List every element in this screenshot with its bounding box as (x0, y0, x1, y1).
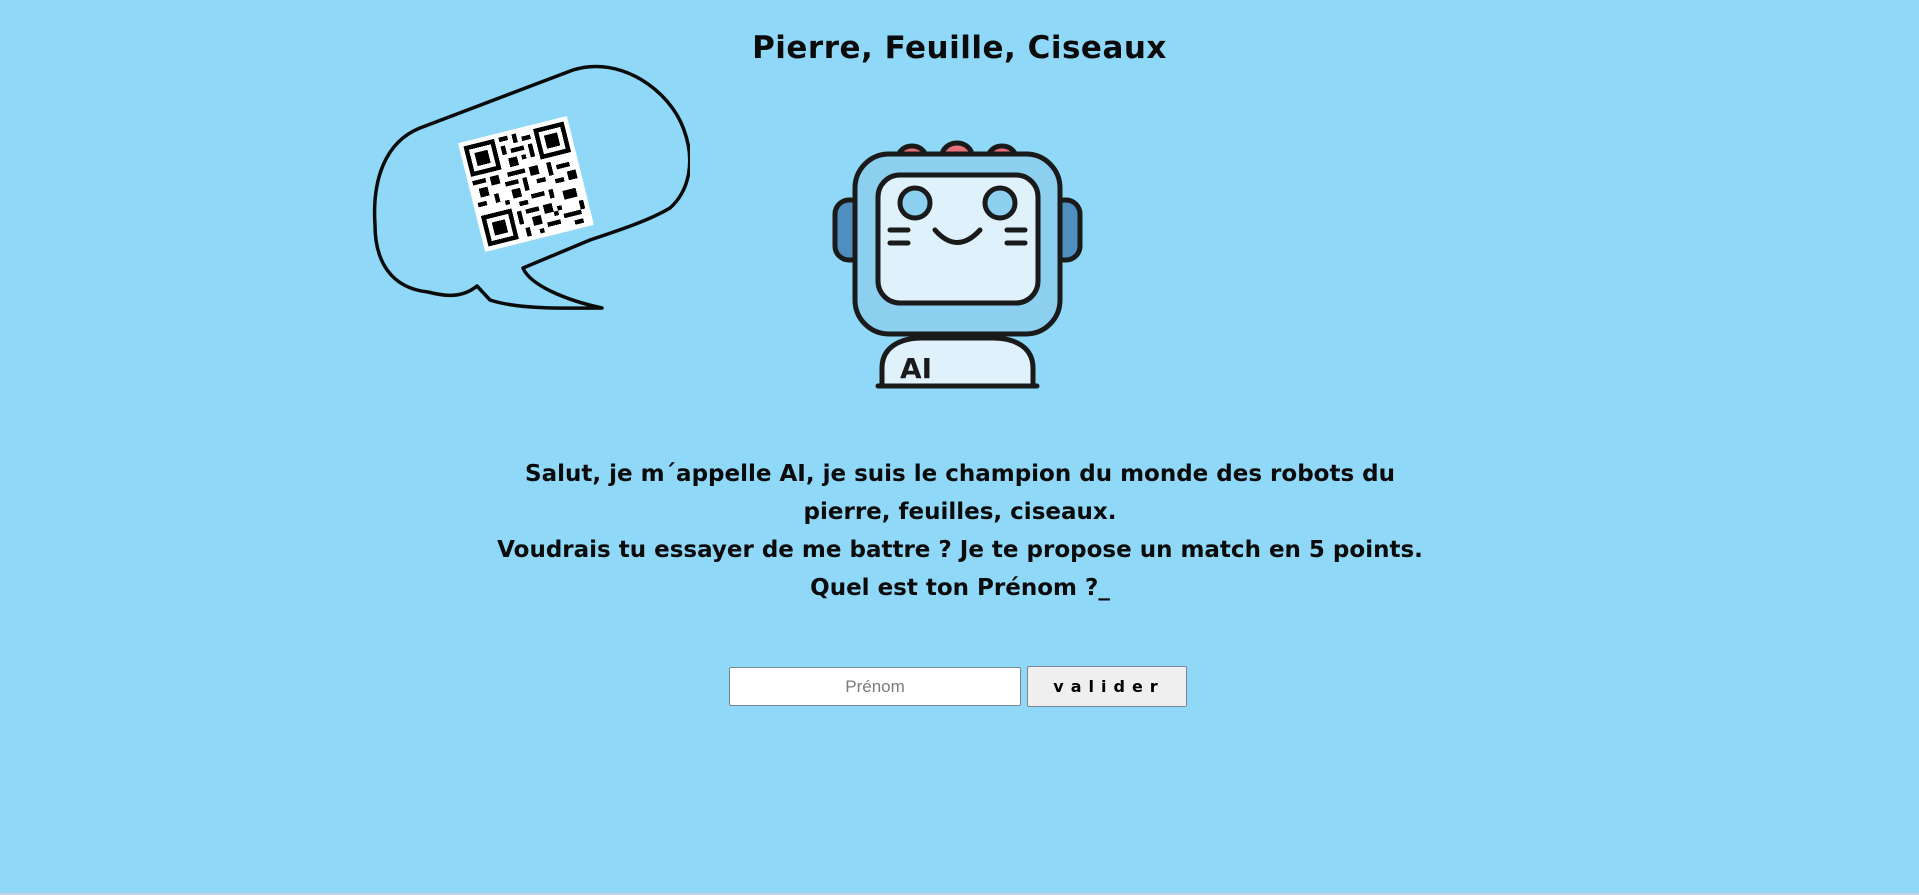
page-title: Pierre, Feuille, Ciseaux (752, 30, 1167, 66)
robot-message: Salut, je m´appelle AI, je suis le champ… (480, 455, 1440, 607)
robot-chest-label: AI (900, 352, 932, 385)
page: Pierre, Feuille, Ciseaux AI Salut, je m´… (0, 0, 1919, 895)
robot-icon: AI (830, 130, 1085, 395)
name-form: valider (729, 666, 1187, 707)
submit-button[interactable]: valider (1027, 666, 1187, 707)
message-line-question: Voudrais tu essayer de me battre ? Je te… (497, 537, 1423, 601)
message-line-intro: Salut, je m´appelle AI, je suis le champ… (525, 461, 1395, 525)
name-input[interactable] (729, 667, 1021, 706)
